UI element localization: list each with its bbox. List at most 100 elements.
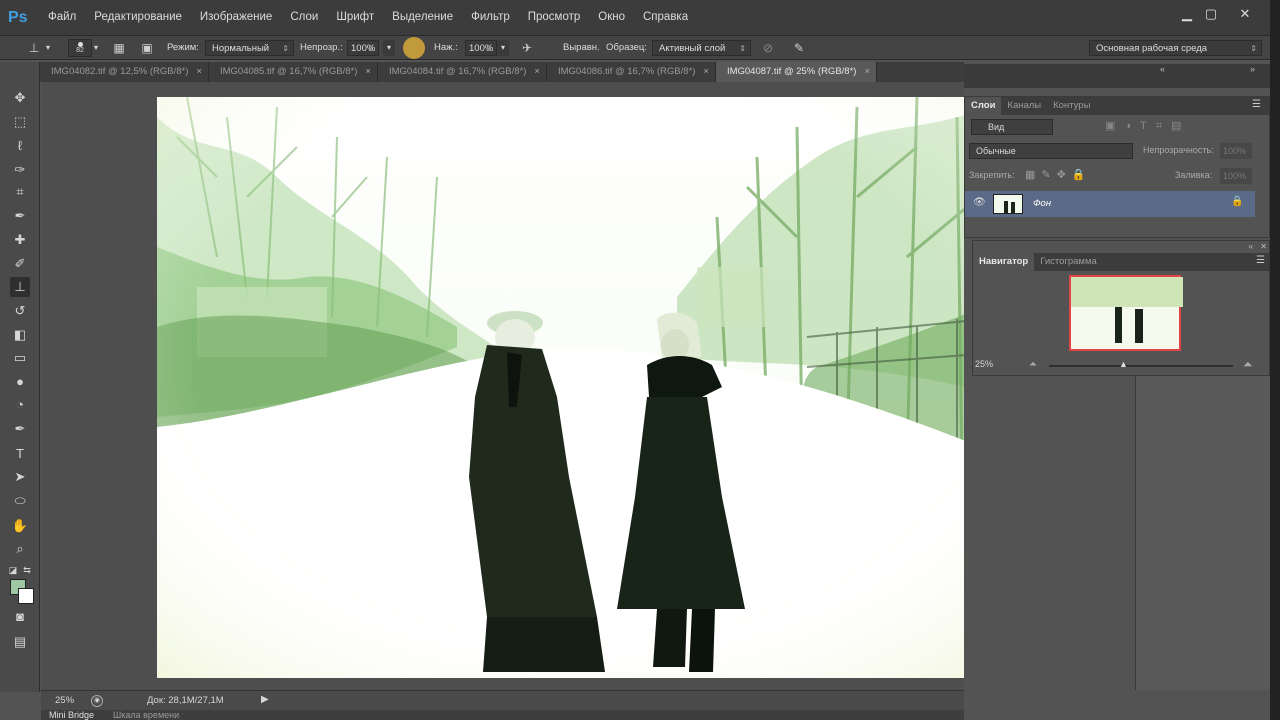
flow-dropdown-arrow[interactable]: ▾ (497, 40, 509, 56)
path-selection-tool-icon[interactable]: ➤ (10, 467, 30, 487)
history-brush-tool-icon[interactable]: ↺ (10, 301, 30, 321)
tab-timeline[interactable]: Шкала времени (113, 711, 179, 720)
tab-paths[interactable]: Контуры (1047, 97, 1096, 115)
crop-tool-icon[interactable]: ⌗ (10, 182, 30, 202)
screen-mode-icon[interactable]: ▤ (10, 632, 30, 652)
navigator-menu-icon[interactable]: ☰ (1256, 255, 1265, 266)
workspace-select[interactable]: Основная рабочая среда (1089, 40, 1262, 57)
background-color-swatch[interactable] (18, 588, 34, 604)
close-button[interactable]: ✕ (1234, 6, 1256, 22)
menu-type[interactable]: Шрифт (336, 11, 374, 23)
lasso-tool-icon[interactable]: ℓ (10, 136, 30, 156)
document-tab[interactable]: IMG04082.tif @ 12,5% (RGB/8*) × (40, 62, 209, 82)
move-tool-icon[interactable]: ✥ (10, 88, 30, 108)
navigator-zoom-level[interactable]: 25% (975, 359, 993, 369)
clone-source-panel-icon[interactable]: ▦ (111, 40, 127, 56)
zoom-in-icon[interactable]: ⏶ (1243, 357, 1253, 372)
close-tab-icon[interactable]: × (196, 66, 202, 77)
brush-tool-icon[interactable]: ✐ (10, 254, 30, 274)
navigator-close-icon[interactable]: ✕ (1260, 242, 1267, 251)
tab-channels[interactable]: Каналы (1001, 97, 1047, 115)
menu-image[interactable]: Изображение (200, 11, 272, 23)
blend-mode-select[interactable]: Обычные (969, 143, 1133, 159)
document-tab[interactable]: IMG04086.tif @ 16,7% (RGB/8*) × (547, 62, 716, 82)
quick-selection-tool-icon[interactable]: ✑ (10, 160, 30, 180)
layer-name[interactable]: Фон (1033, 198, 1051, 209)
tool-preset-dropdown[interactable]: ▾ (46, 40, 50, 56)
menu-select[interactable]: Выделение (392, 11, 453, 23)
collapse-panels-icon[interactable]: « (1160, 64, 1165, 74)
brush-picker[interactable]: 82 (68, 39, 92, 57)
menu-edit[interactable]: Редактирование (94, 11, 182, 23)
eyedropper-tool-icon[interactable]: ✒ (10, 206, 30, 226)
menu-layers[interactable]: Слои (290, 11, 318, 23)
menu-help[interactable]: Справка (643, 11, 688, 23)
document-tab[interactable]: IMG04085.tif @ 16,7% (RGB/8*) × (209, 62, 378, 82)
layer-filter-select[interactable]: Вид (971, 119, 1053, 135)
clone-stamp-tool-preset-icon[interactable]: ⊥ (26, 40, 42, 56)
brush-panel-icon[interactable]: ▣ (139, 40, 155, 56)
close-tab-icon[interactable]: × (703, 66, 709, 77)
layer-row[interactable]: 👁 Фон 🔒 (965, 191, 1255, 217)
type-tool-icon[interactable]: T (10, 444, 30, 464)
minimize-button[interactable]: ▁ (1176, 6, 1198, 22)
maximize-button[interactable]: ▢ (1200, 6, 1222, 22)
healing-brush-tool-icon[interactable]: ✚ (10, 230, 30, 250)
airbrush-icon[interactable]: ✈ (519, 40, 535, 56)
gradient-tool-icon[interactable]: ▭ (10, 348, 30, 368)
status-info-icon[interactable]: ◉ (91, 695, 103, 707)
layer-opacity-input[interactable]: 100% (1220, 143, 1252, 159)
dodge-tool-icon[interactable]: ◔ (10, 395, 30, 415)
zoom-level[interactable]: 25% (55, 695, 74, 706)
mode-select[interactable]: Нормальный (205, 40, 294, 57)
tab-label: IMG04082.tif @ 12,5% (RGB/8*) (51, 66, 189, 77)
tab-mini-bridge[interactable]: Mini Bridge (49, 711, 94, 720)
zoom-out-icon[interactable]: ⏶ (1029, 359, 1037, 370)
tablet-size-pressure-icon[interactable]: ✎ (791, 40, 807, 56)
panel-menu-icon[interactable]: ☰ (1252, 99, 1261, 110)
expand-panels-icon[interactable]: » (1250, 64, 1255, 74)
document-tab-active[interactable]: IMG04087.tif @ 25% (RGB/8*) × (715, 62, 877, 82)
zoom-slider[interactable] (1049, 365, 1233, 367)
close-tab-icon[interactable]: × (365, 66, 371, 77)
menu-file[interactable]: Файл (48, 11, 76, 23)
status-menu-arrow-icon[interactable]: ▶ (261, 694, 269, 705)
menu-filter[interactable]: Фильтр (471, 11, 510, 23)
menu-window[interactable]: Окно (598, 11, 625, 23)
opacity-input[interactable]: 100% (347, 40, 379, 57)
hand-tool-icon[interactable]: ✋ (10, 516, 30, 536)
tab-histogram[interactable]: Гистограмма (1034, 253, 1103, 271)
layer-filter-icons[interactable]: ▣◑T⌗▤ (1105, 119, 1190, 133)
visibility-eye-icon[interactable]: 👁 (973, 197, 986, 208)
clone-stamp-tool-icon[interactable]: ⊥ (10, 277, 30, 297)
blur-tool-icon[interactable]: ● (10, 372, 30, 392)
document-tab[interactable]: IMG04084.tif @ 16,7% (RGB/8*) × (378, 62, 547, 82)
quick-mask-icon[interactable]: ◙ (10, 607, 30, 627)
flow-input[interactable]: 100% (465, 40, 497, 57)
brush-picker-arrow[interactable]: ▾ (94, 40, 98, 56)
lock-icons[interactable]: ▦✎✥🔒 (1025, 168, 1092, 181)
tablet-opacity-pressure-icon[interactable] (403, 37, 425, 59)
marquee-tool-icon[interactable]: ⬚ (10, 112, 30, 132)
zoom-slider-handle[interactable]: ▲ (1119, 359, 1128, 369)
ignore-adjustment-layers-icon[interactable]: ⊘ (760, 40, 776, 56)
options-bar: ⊥ ▾ 82 ▾ ▦ ▣ Режим: Нормальный Непрозр.:… (0, 36, 1270, 88)
pen-tool-icon[interactable]: ✒ (10, 419, 30, 439)
tab-navigator[interactable]: Навигатор (973, 253, 1035, 271)
fill-input[interactable]: 100% (1220, 168, 1252, 184)
close-tab-icon[interactable]: × (534, 66, 540, 77)
menu-view[interactable]: Просмотр (528, 11, 581, 23)
default-colors-icon[interactable]: ◪ (8, 560, 18, 580)
swap-colors-icon[interactable]: ⇆ (22, 560, 32, 580)
navigator-preview[interactable] (1069, 275, 1183, 351)
close-tab-icon[interactable]: × (864, 66, 870, 77)
tab-layers[interactable]: Слои (965, 97, 1002, 115)
ellipse-tool-icon[interactable]: ⬭ (10, 491, 30, 511)
document-image[interactable] (157, 97, 1006, 678)
sample-select[interactable]: Активный слой (652, 40, 751, 57)
layer-thumbnail (993, 194, 1023, 214)
zoom-tool-icon[interactable]: ⌕ (10, 539, 30, 559)
navigator-collapse-icon[interactable]: « (1249, 242, 1253, 251)
opacity-dropdown-arrow[interactable]: ▾ (383, 40, 395, 56)
eraser-tool-icon[interactable]: ◧ (10, 325, 30, 345)
